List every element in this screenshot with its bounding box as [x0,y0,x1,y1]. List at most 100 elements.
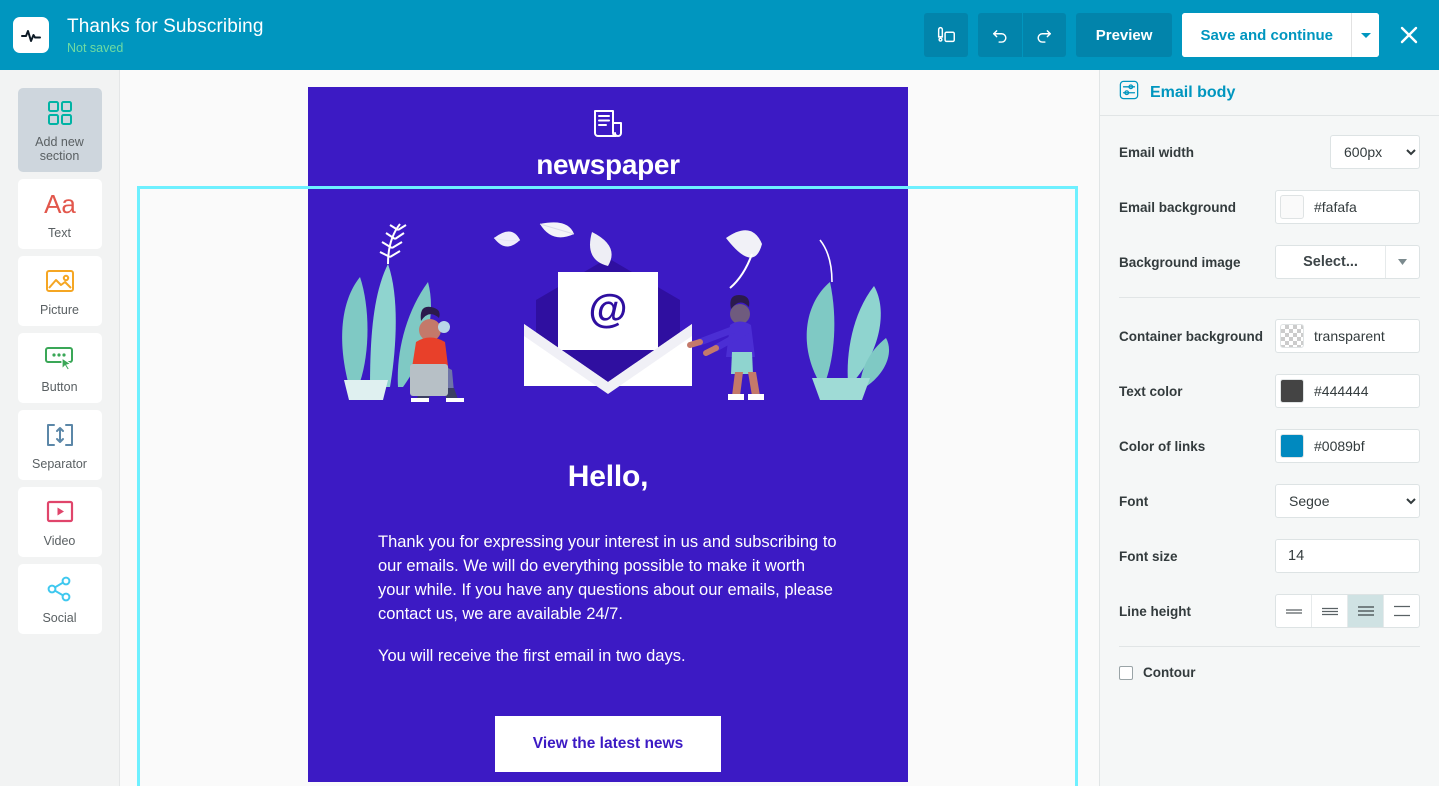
sidebar-item-label: Social [42,611,77,625]
save-options-caret-down-icon[interactable] [1351,13,1379,57]
email-preview: newspaper @ Hello, Thank you for express… [308,87,908,782]
contour-row: Contour [1119,665,1420,680]
text-color-label: Text color [1119,383,1183,399]
save-and-continue-button[interactable]: Save and continue [1182,13,1351,57]
email-width-row: Email width 600px [1119,132,1420,172]
svg-text:Aa: Aa [44,190,76,218]
sidebar-item-add-new-section[interactable]: Add new section [17,88,102,172]
background-image-row: Background image Select... [1119,242,1420,282]
email-canvas[interactable]: newspaper @ Hello, Thank you for express… [121,70,1099,786]
panel-body: Email width 600px Email background #fafa… [1100,116,1439,680]
sidebar-item-text[interactable]: Aa Text [17,179,102,249]
email-paragraph-1: Thank you for expressing your interest i… [378,533,837,623]
sidebar-item-label: Picture [40,303,79,317]
background-image-select-group: Select... [1275,245,1420,279]
color-of-links-value: #0089bf [1314,438,1365,454]
email-width-label: Email width [1119,144,1195,160]
background-image-caret-down-icon[interactable] [1385,246,1419,278]
sidebar-item-button[interactable]: Button [17,333,102,403]
sidebar-item-label: Text [48,226,71,240]
sidebar-item-label: Separator [32,457,87,471]
email-background-row: Email background #fafafa [1119,187,1420,227]
email-background-label: Email background [1119,199,1237,215]
sidebar-item-picture[interactable]: Picture [17,256,102,326]
line-height-group [1275,594,1420,628]
contour-label: Contour [1143,665,1196,680]
properties-panel: Email body Email width 600px Email backg… [1099,70,1439,786]
view-latest-news-button[interactable]: View the latest news [494,716,722,772]
text-color-picker[interactable]: #444444 [1275,374,1420,408]
panel-header: Email body [1100,70,1439,116]
container-background-value: transparent [1314,328,1385,344]
video-icon [45,497,75,527]
background-image-select-button[interactable]: Select... [1276,246,1385,278]
button-icon [44,343,76,373]
email-background-value: #fafafa [1314,199,1357,215]
line-height-row: Line height [1119,591,1420,631]
font-select[interactable]: Segoe [1275,484,1420,518]
preview-button[interactable]: Preview [1075,13,1173,57]
save-and-continue-group: Save and continue [1182,13,1379,57]
email-background-color-picker[interactable]: #fafafa [1275,190,1420,224]
sidebar-item-video[interactable]: Video [17,487,102,557]
text-aa-icon: Aa [40,189,80,219]
font-size-input[interactable] [1276,540,1419,572]
panel-title: Email body [1150,83,1236,101]
newspaper-icon [591,108,625,143]
sidebar-item-label: Add new section [35,135,84,163]
save-status: Not saved [67,40,124,55]
tools-sidebar: Add new section Aa Text Picture Button S… [0,70,120,786]
svg-text:@: @ [588,287,627,331]
header-toolbar: Preview Save and continue [923,13,1425,57]
line-height-option-snug[interactable] [1312,595,1348,627]
panel-divider-2 [1119,646,1420,647]
document-title-block: Thanks for Subscribing Not saved [67,15,264,56]
container-background-row: Container background transparent [1119,316,1420,356]
grid-icon [47,98,73,128]
email-content-section[interactable]: @ Hello, Thank you for expressing your i… [308,202,908,782]
line-height-option-loose[interactable] [1384,595,1419,627]
sidebar-item-social[interactable]: Social [17,564,102,634]
color-of-links-swatch [1280,434,1304,458]
line-height-option-normal[interactable] [1348,595,1384,627]
container-background-color-picker[interactable]: transparent [1275,319,1420,353]
line-height-option-tight[interactable] [1276,595,1312,627]
email-background-swatch [1280,195,1304,219]
email-envelope-illustration: @ [308,202,908,402]
font-row: Font Segoe [1119,481,1420,521]
email-cta-wrapper: View the latest news [308,716,908,772]
picture-icon [45,266,75,296]
container-background-swatch [1280,324,1304,348]
line-height-label: Line height [1119,603,1191,619]
redo-icon[interactable] [1021,13,1066,57]
email-paragraph-2: You will receive the first email in two … [378,647,686,665]
text-color-row: Text color #444444 [1119,371,1420,411]
color-of-links-row: Color of links #0089bf [1119,426,1420,466]
font-label: Font [1119,493,1149,509]
email-brand-name: newspaper [536,149,680,180]
undo-icon[interactable] [977,13,1022,57]
text-color-swatch [1280,379,1304,403]
sidebar-item-label: Video [43,534,76,548]
font-size-label: Font size [1119,548,1178,564]
social-share-icon [45,574,75,604]
email-logo-section[interactable]: newspaper [308,87,908,202]
undo-redo-group [977,13,1066,57]
page-title: Thanks for Subscribing [67,15,264,37]
design-brush-icon[interactable] [923,13,968,57]
app-header: Thanks for Subscribing Not saved Preview… [0,0,1439,70]
panel-divider-1 [1119,297,1420,298]
color-of-links-picker[interactable]: #0089bf [1275,429,1420,463]
email-greeting: Hello, [567,460,649,493]
sidebar-item-label: Button [41,380,78,394]
pulse-logo-icon [13,17,49,53]
sliders-icon [1119,80,1139,105]
contour-checkbox[interactable] [1119,665,1133,680]
email-width-select[interactable]: 600px [1330,135,1420,169]
close-icon[interactable] [1393,19,1425,51]
text-color-value: #444444 [1314,383,1369,399]
sidebar-item-separator[interactable]: Separator [17,410,102,480]
font-size-group: px [1275,539,1420,573]
container-background-label: Container background [1119,328,1264,344]
color-of-links-label: Color of links [1119,438,1206,454]
